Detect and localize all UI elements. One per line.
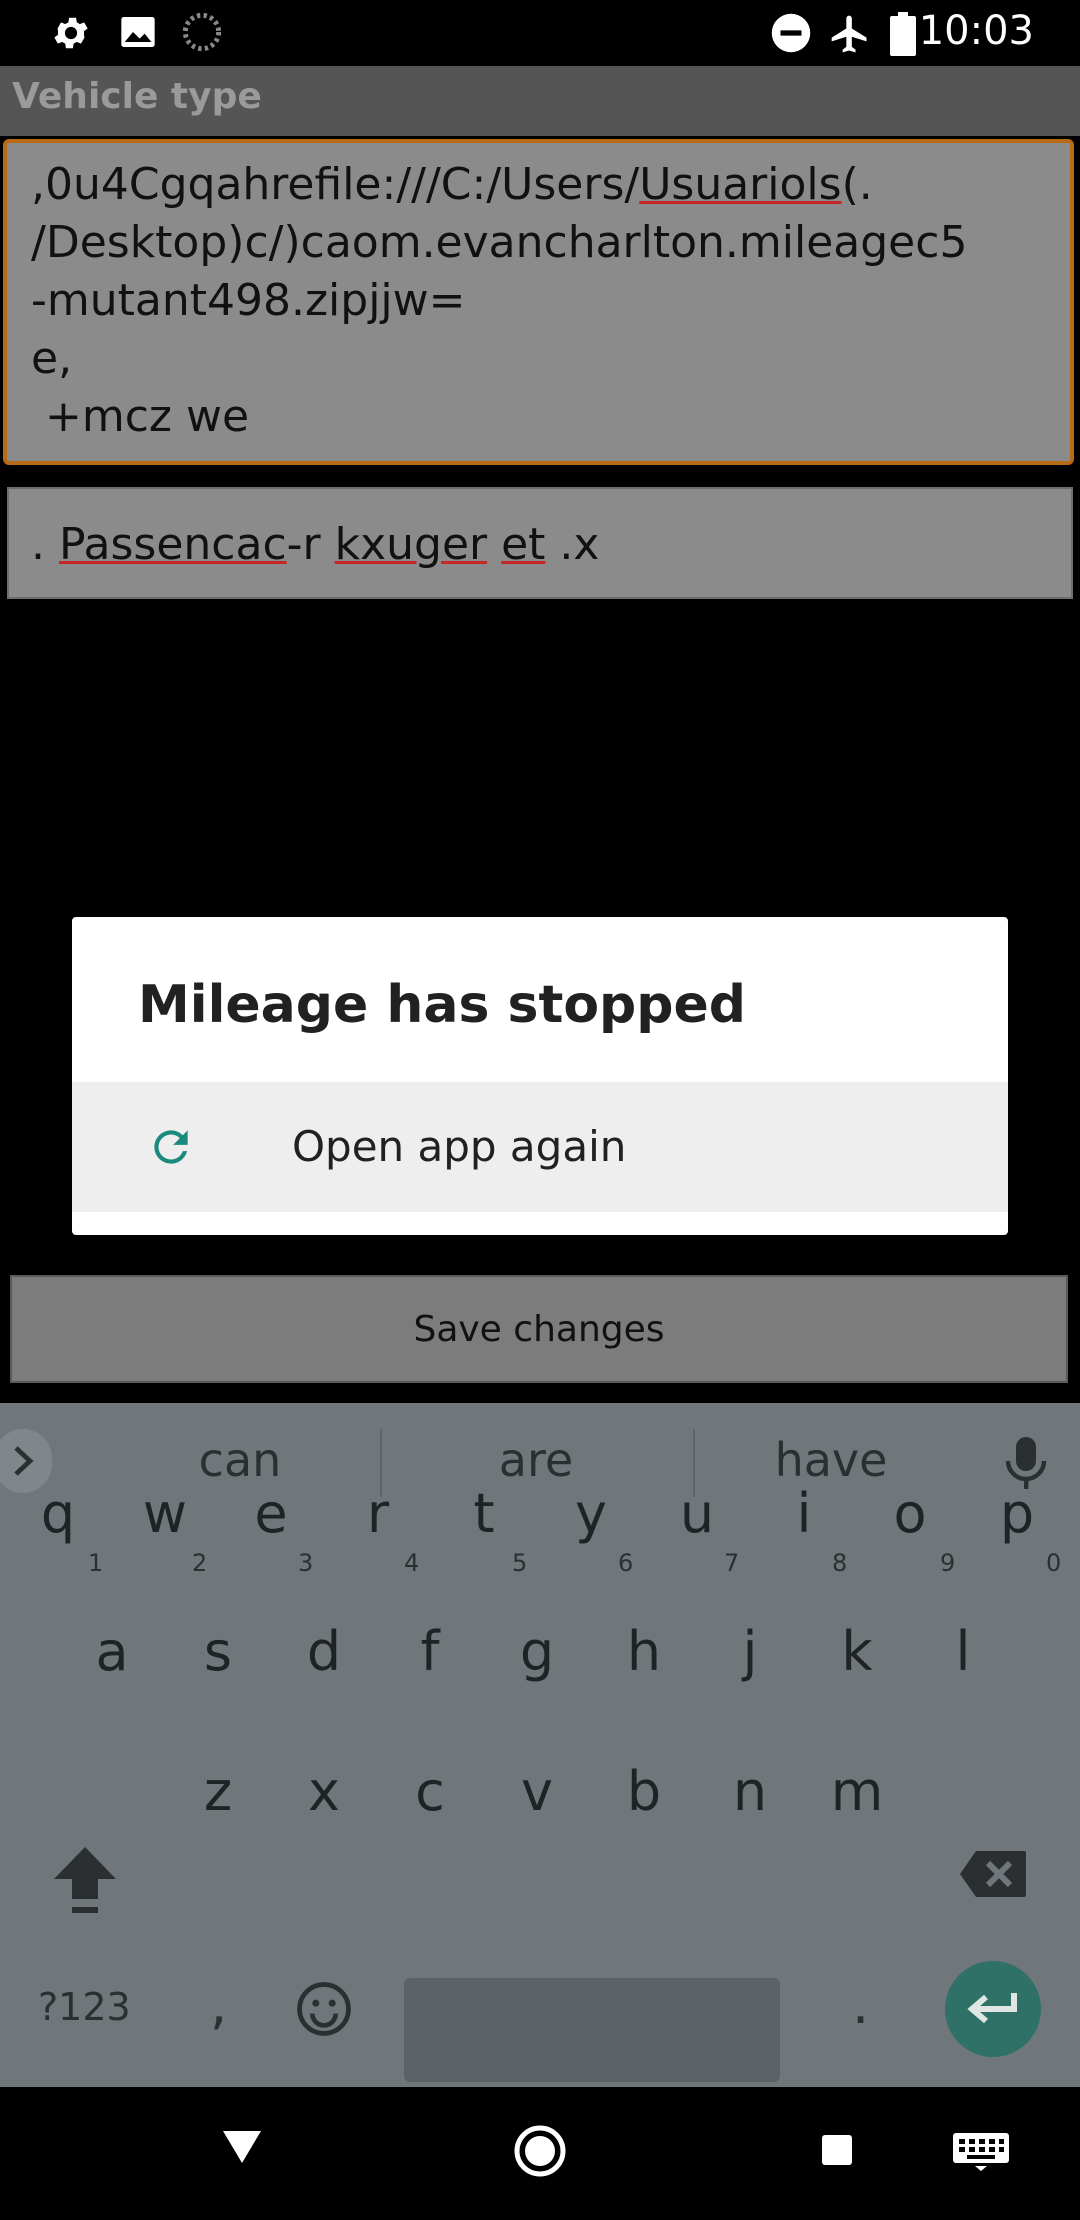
- shift-key-icon[interactable]: [50, 1843, 120, 1915]
- comma-key[interactable]: ,: [210, 1973, 227, 2036]
- open-app-again-button[interactable]: Open app again: [72, 1082, 1008, 1212]
- vehicle-type-field[interactable]: . Passencac-r kxuger et .x: [7, 487, 1073, 599]
- notes-input[interactable]: ,0u4Cgqahrefile:///C:/Users/Usuariols(. …: [3, 139, 1074, 465]
- key-hint: 4: [404, 1549, 420, 1577]
- key-hint: 3: [298, 1549, 314, 1577]
- notes-line: -mutant498.zipjjw=: [31, 275, 466, 326]
- airplane-mode-icon: [831, 15, 867, 53]
- key-hint: 9: [940, 1549, 956, 1577]
- do-not-disturb-icon: [771, 13, 811, 53]
- key-z[interactable]: z: [168, 1737, 268, 1847]
- key-hint: 8: [832, 1549, 848, 1577]
- key-g[interactable]: g: [487, 1597, 587, 1707]
- enter-key[interactable]: [945, 1961, 1041, 2057]
- dialog-title: Mileage has stopped: [138, 975, 746, 1035]
- key-d[interactable]: d: [274, 1597, 374, 1707]
- dialog-option-label: Open app again: [292, 1122, 627, 1171]
- navigation-bar: [0, 2087, 1080, 2220]
- key-hint: 0: [1046, 1549, 1062, 1577]
- key-s[interactable]: s: [168, 1597, 268, 1707]
- vehicle-type-value: . Passencac-r kxuger et .x: [31, 519, 600, 570]
- key-hint: 1: [88, 1549, 104, 1577]
- keyboard-icon[interactable]: [953, 2133, 1009, 2171]
- refresh-icon: [154, 1130, 188, 1164]
- key-v[interactable]: v: [487, 1737, 587, 1847]
- key-a[interactable]: a: [62, 1597, 162, 1707]
- key-hint: 7: [724, 1549, 740, 1577]
- status-bar: 10:03: [0, 0, 1080, 66]
- clock: 10:03: [918, 8, 1034, 54]
- image-icon: [121, 17, 155, 47]
- key-hint: 5: [512, 1549, 528, 1577]
- loading-icon: [182, 12, 222, 52]
- enter-icon: [967, 1993, 1017, 2024]
- key-hint: 6: [618, 1549, 634, 1577]
- page-title: Vehicle type: [12, 76, 262, 117]
- key-c[interactable]: c: [380, 1737, 480, 1847]
- key-k[interactable]: k: [807, 1597, 907, 1707]
- key-n[interactable]: n: [700, 1737, 800, 1847]
- save-changes-button[interactable]: Save changes: [10, 1275, 1068, 1383]
- home-icon[interactable]: [514, 2125, 566, 2177]
- key-j[interactable]: j: [700, 1597, 800, 1707]
- period-key[interactable]: .: [852, 1973, 869, 2036]
- settings-icon: [54, 17, 88, 49]
- key-f[interactable]: f: [380, 1597, 480, 1707]
- soft-keyboard: can are have q w e r t y u i o p 1 2 3 4…: [0, 1403, 1080, 2087]
- key-h[interactable]: h: [594, 1597, 694, 1707]
- key-b[interactable]: b: [594, 1737, 694, 1847]
- key-l[interactable]: l: [913, 1597, 1013, 1707]
- recents-icon[interactable]: [820, 2133, 854, 2167]
- emoji-icon[interactable]: [296, 1981, 352, 2037]
- key-m[interactable]: m: [807, 1737, 907, 1847]
- symbols-key[interactable]: ?123: [38, 1985, 131, 2029]
- battery-icon: [890, 12, 916, 56]
- notes-line: +mcz we: [31, 391, 250, 442]
- back-icon[interactable]: [221, 2127, 263, 2167]
- notes-line: ,0u4Cgqahrefile:///C:/Users/Usuariols(.: [31, 159, 873, 210]
- key-x[interactable]: x: [274, 1737, 374, 1847]
- backspace-icon[interactable]: [958, 1849, 1028, 1899]
- notes-line: /Desktop)c/)caom.evancharlton.mileagec5: [31, 217, 968, 268]
- misspelled-word: Usuariols: [639, 159, 842, 210]
- spacebar[interactable]: [404, 1978, 780, 2082]
- notes-line: e,: [31, 333, 73, 384]
- app-stopped-dialog: Mileage has stopped Open app again: [72, 917, 1008, 1235]
- key-hint: 2: [192, 1549, 208, 1577]
- app-title-bar: Vehicle type: [0, 66, 1080, 136]
